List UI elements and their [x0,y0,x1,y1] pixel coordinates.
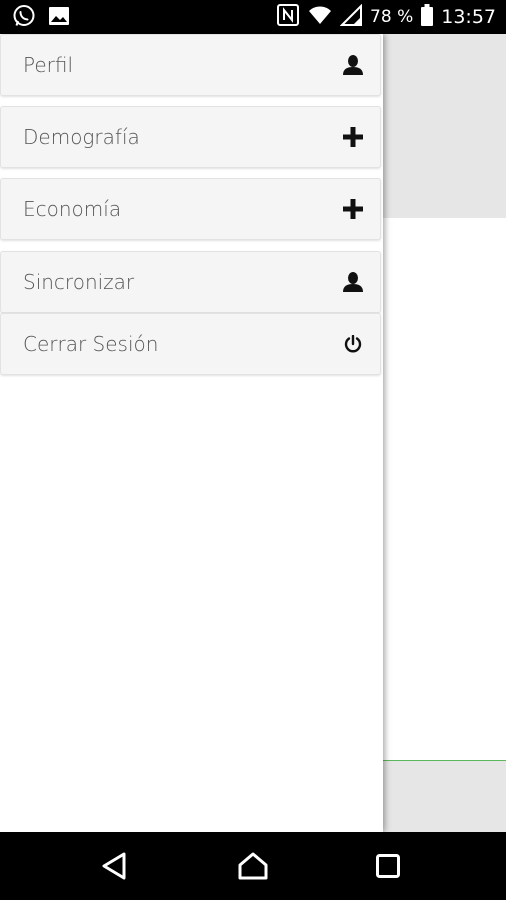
navigation-bar [0,832,506,900]
recents-button[interactable] [370,850,406,886]
background-footer [383,761,506,832]
image-icon [48,5,70,32]
menu-item-label: Economía [23,197,122,221]
clock: 13:57 [441,6,496,28]
menu-item-label: Cerrar Sesión [23,332,159,356]
recents-icon [375,853,401,884]
menu-item-demografia[interactable]: Demografía [0,106,381,168]
back-button[interactable] [96,850,132,886]
wifi-icon [308,4,332,31]
background-header [383,34,506,218]
navigation-drawer: Perfil Demografía Economía Sincronizar C… [0,34,383,832]
battery-icon [421,3,434,31]
home-icon [237,851,269,886]
plus-icon [342,126,364,148]
user-icon [342,54,364,76]
back-icon [100,851,128,886]
home-button[interactable] [235,850,271,886]
menu-item-perfil[interactable]: Perfil [0,34,381,96]
plus-icon [342,198,364,220]
power-icon [342,333,364,355]
menu-item-label: Demografía [23,125,140,149]
whatsapp-icon [12,4,36,33]
menu-item-economia[interactable]: Economía [0,178,381,240]
background-content [383,34,506,832]
nfc-icon [276,3,300,32]
menu-item-label: Perfil [23,53,74,77]
menu-item-sincronizar[interactable]: Sincronizar [0,251,381,313]
menu-item-cerrar-sesion[interactable]: Cerrar Sesión [0,313,381,375]
menu-item-label: Sincronizar [23,270,135,294]
user-icon [342,271,364,293]
status-bar: 78 % 13:57 [0,0,506,34]
battery-percent: 78 % [370,7,414,27]
signal-icon [339,3,363,31]
